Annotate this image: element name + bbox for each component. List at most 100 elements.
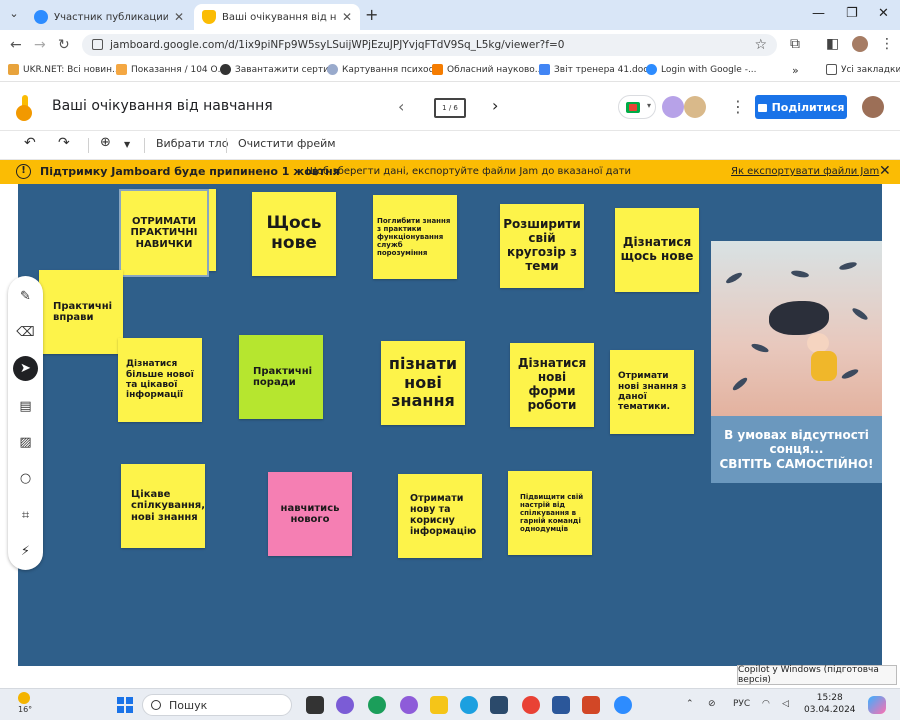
clock-time: 15:28 [816,693,843,703]
jam-title[interactable]: Ваші очікування від навчання [52,98,273,114]
export-help-link[interactable]: Як експортувати файли Jam [731,166,879,177]
docs-icon [539,64,550,75]
close-icon[interactable]: ✕ [879,163,891,179]
side-panel-icon[interactable]: ◧ [826,36,839,52]
pen-icon[interactable]: ✎ [13,284,38,309]
more-options-icon[interactable]: ⋮ [730,97,746,116]
tab-jamboard[interactable]: Ваші очікування від навчання ✕ [194,4,360,30]
account-avatar[interactable] [862,96,884,118]
close-icon[interactable]: ✕ [174,10,184,24]
redo-icon[interactable]: ↷ [58,135,70,151]
reload-icon[interactable]: ↻ [58,37,70,53]
lock-icon [757,104,767,112]
sticky-note[interactable]: Дізнатися щось нове [615,208,699,292]
language-indicator[interactable]: РУС [733,699,750,709]
menu-icon[interactable]: ⋮ [880,36,894,52]
window-close-icon[interactable]: ✕ [878,6,889,21]
sticky-note[interactable]: Практичні поради [239,335,323,419]
tab-search-dropdown[interactable]: ⌄ [6,7,22,23]
clock[interactable]: 15:28 03.04.2024 [804,692,856,716]
meet-button[interactable]: ▾ [618,95,656,119]
sticky-note[interactable]: ОТРИМАТИ ПРАКТИЧНІ НАВИЧКИ [119,189,209,277]
sticky-note[interactable]: Отримати нові знання з даної тематики. [610,350,694,434]
jamboard-icon [202,10,216,24]
chevron-down-icon[interactable]: ▼ [124,140,130,149]
select-icon[interactable]: ➤ [13,356,38,381]
undo-icon[interactable]: ↶ [24,135,36,151]
sticky-note[interactable]: Отримати нову та корисну інформацію [398,474,482,558]
zoom-icon[interactable]: ⊕ [100,135,111,150]
taskbar-search[interactable]: Пошук [142,694,292,716]
address-bar[interactable]: jamboard.google.com/d/1ix9piNFp9W5syLSui… [82,34,777,56]
restore-icon[interactable]: ❐ [846,6,858,21]
edge-icon[interactable] [460,696,478,714]
weather-widget[interactable]: 16° [18,692,32,714]
next-frame-icon[interactable]: › [492,96,498,115]
file-explorer-icon[interactable] [430,696,448,714]
banner-description: Щоб зберегти дані, експортуйте файли Jam… [306,166,632,177]
bookmark-item[interactable]: UKR.NET: Всі новин... [8,64,121,75]
all-bookmarks[interactable]: Усі закладки [826,64,900,75]
sticky-note[interactable]: Дізнатися нові форми роботи [510,343,594,427]
store-icon[interactable] [490,696,508,714]
poster-image[interactable]: В умовах відсутності сонця... СВІТІТЬ СА… [711,241,882,483]
sticky-note[interactable]: Практичні вправи [39,270,123,354]
circle-icon[interactable]: ○ [13,466,38,491]
copilot-tooltip: Copilot у Windows (підготовча версія) [737,665,897,685]
site-info-icon[interactable] [92,39,103,50]
sticky-note[interactable]: Цікаве спілкування, нові знання [121,464,205,548]
jamboard-logo[interactable] [16,95,36,121]
sticky-note[interactable]: Розширити свій кругозір з теми [500,204,584,288]
sticky-note[interactable]: Поглибити знання з практики функціонуван… [373,195,457,279]
bookmark-star-icon[interactable]: ☆ [754,37,767,53]
powerpoint-icon[interactable] [582,696,600,714]
volume-icon[interactable]: ◁ [782,699,789,709]
set-background-button[interactable]: Вибрати тло [156,137,228,150]
network-icon[interactable]: ⊘ [708,699,716,709]
chat-icon[interactable] [336,696,354,714]
copilot-icon[interactable] [368,696,386,714]
start-button[interactable] [117,697,133,713]
url-text: jamboard.google.com/d/1ix9piNFp9W5syLSui… [110,39,565,51]
eraser-icon[interactable]: ⌫ [13,320,38,345]
extensions-icon[interactable]: ⧉ [790,36,800,52]
profile-avatar[interactable] [852,36,868,52]
previous-frame-icon[interactable]: ‹ [398,97,404,116]
laser-icon[interactable]: ⚡ [13,539,38,564]
chrome-icon[interactable] [522,696,540,714]
sticky-note[interactable]: пізнати нові знання [381,341,465,425]
new-tab-button[interactable]: + [365,5,378,24]
clear-frame-button[interactable]: Очистити фрейм [238,137,336,150]
image-icon[interactable]: ▨ [13,430,38,455]
frame-bar-toggle[interactable]: 1 / 6 [434,98,466,118]
jamboard-header: Ваші очікування від навчання ‹ 1 / 6 › ▾… [0,83,900,131]
jamboard-toolbar: ↶ ↷ ⊕ ▼ Вибрати тло Очистити фрейм [0,131,900,160]
bookmark-item[interactable]: Завантажити серти... [220,64,338,75]
zoom-icon[interactable] [614,696,632,714]
bookmark-item[interactable]: Login with Google -... [646,64,757,75]
sticky-note[interactable]: Щось нове [252,192,336,276]
bookmark-item[interactable]: Обласний науково... [432,64,543,75]
share-button[interactable]: Поділитися [755,95,847,119]
tab-zoom[interactable]: Участник публикации - Zoom ✕ [26,4,192,30]
bookmark-item[interactable]: Показання / 104 О... [116,64,226,75]
bookmark-item[interactable]: Звіт тренера 41.doc... [539,64,657,75]
chevron-up-icon[interactable]: ⌃ [686,699,694,709]
forward-icon[interactable]: → [34,37,46,53]
text-box-icon[interactable]: ⌗ [13,503,38,528]
sticky-note[interactable]: навчитись нового [268,472,352,556]
sticky-note[interactable]: Дізнатися більше нової та цікавої інформ… [118,338,202,422]
more-bookmarks-icon[interactable]: » [792,64,799,77]
viber-icon[interactable] [400,696,418,714]
wifi-icon[interactable]: ◠ [762,699,770,709]
jam-canvas[interactable]: ОТРИМАТИ ПРАКТИЧНІ НАВИЧКИ Щось нове Пог… [18,184,882,666]
sticky-note-icon[interactable]: ▤ [13,394,38,419]
copilot-tray-icon[interactable] [868,696,886,714]
sticky-note[interactable]: Підвищити свій настрій від спілкування в… [508,471,592,555]
back-icon[interactable]: ← [10,37,22,53]
task-view-icon[interactable] [306,696,324,714]
word-icon[interactable] [552,696,570,714]
bookmark-item[interactable]: Картування психос... [327,64,442,75]
minimize-icon[interactable]: — [812,6,825,21]
close-icon[interactable]: ✕ [342,10,352,24]
